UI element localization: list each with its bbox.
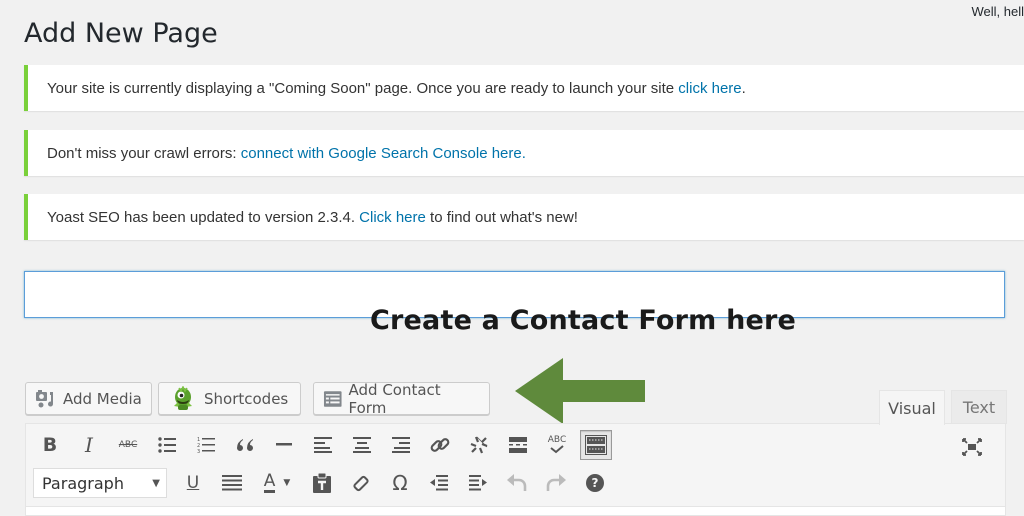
align-right-icon	[392, 437, 410, 453]
notice-text: Your site is currently displaying a "Com…	[47, 80, 746, 97]
keyboard-shortcuts-button[interactable]: ?	[579, 468, 611, 498]
notice-text-before: Your site is currently displaying a "Com…	[47, 79, 679, 97]
italic-icon: I	[85, 433, 93, 457]
justify-button[interactable]	[216, 468, 248, 498]
fullscreen-icon	[962, 438, 982, 456]
clear-formatting-button[interactable]	[345, 468, 377, 498]
bold-icon: B	[42, 434, 58, 456]
read-more-button[interactable]	[502, 430, 534, 460]
shortcodes-monster-icon	[174, 385, 192, 410]
remove-link-button[interactable]	[463, 430, 495, 460]
help-icon: ?	[586, 474, 604, 492]
whats-new-link[interactable]: Click here	[359, 209, 426, 226]
toolbar-row-1: B I ABC 1 2 3 ABC	[34, 430, 619, 460]
editor-toolbar: B I ABC 1 2 3 ABC Paragraph ▼ U A ▼ Ω ?	[25, 423, 1006, 512]
undo-icon	[507, 474, 527, 491]
svg-text:3: 3	[197, 449, 200, 454]
align-right-button[interactable]	[385, 430, 417, 460]
bulleted-list-icon	[158, 437, 176, 453]
horizontal-line-icon	[276, 443, 292, 446]
outdent-icon	[430, 475, 448, 491]
text-color-caret-icon: ▼	[283, 478, 291, 488]
text-color-icon: A	[263, 471, 276, 493]
tab-text[interactable]: Text	[951, 390, 1007, 424]
eraser-icon	[353, 475, 369, 492]
add-media-label: Add Media	[63, 389, 142, 408]
kitchen-sink-icon	[585, 435, 607, 455]
admin-bar-greeting[interactable]: Well, hell	[971, 4, 1024, 19]
insert-link-button[interactable]	[424, 430, 456, 460]
blockquote-button[interactable]	[229, 430, 261, 460]
page-title: Add New Page	[24, 18, 218, 49]
chevron-down-icon: ▼	[152, 477, 160, 489]
outdent-button[interactable]	[423, 468, 455, 498]
yoast-update-notice: Yoast SEO has been updated to version 2.…	[24, 194, 1024, 240]
add-contact-form-button[interactable]: Add Contact Form	[313, 380, 490, 417]
horizontal-line-button[interactable]	[268, 430, 300, 460]
bulleted-list-button[interactable]	[151, 430, 183, 460]
notice-text: Yoast SEO has been updated to version 2.…	[47, 209, 578, 226]
undo-button[interactable]	[501, 468, 533, 498]
italic-button[interactable]: I	[73, 430, 105, 460]
underline-button[interactable]: U	[177, 468, 209, 498]
paste-as-text-button[interactable]	[306, 468, 338, 498]
align-left-icon	[314, 437, 332, 453]
notice-text-after: .	[741, 79, 746, 97]
numbered-list-button[interactable]: 1 2 3	[190, 430, 222, 460]
format-select[interactable]: Paragraph ▼	[33, 468, 167, 498]
toolbar-row-2: Paragraph ▼ U A ▼ Ω ?	[33, 468, 618, 498]
search-console-link[interactable]: connect with Google Search Console here.	[241, 145, 526, 162]
text-color-button[interactable]: A ▼	[255, 468, 299, 498]
annotation-arrow-shape	[515, 358, 645, 424]
launch-site-link[interactable]: click here	[678, 80, 741, 97]
notice-text: Don't miss your crawl errors: connect wi…	[47, 145, 526, 162]
annotation-callout: Create a Contact Form here	[370, 305, 797, 336]
redo-button[interactable]	[540, 468, 572, 498]
notice-text-before: Don't miss your crawl errors:	[47, 144, 241, 162]
spellcheck-button[interactable]: ABC	[541, 430, 573, 460]
special-character-button[interactable]: Ω	[384, 468, 416, 498]
notice-text-before: Yoast SEO has been updated to version 2.…	[47, 208, 360, 226]
add-contact-form-label: Add Contact Form	[348, 380, 441, 417]
numbered-list-icon: 1 2 3	[197, 437, 215, 454]
media-icon	[36, 389, 54, 407]
link-icon	[430, 438, 450, 452]
strikethrough-button[interactable]: ABC	[112, 430, 144, 460]
notice-text-after: to find out what's new!	[425, 208, 578, 226]
blockquote-icon	[237, 439, 253, 451]
toolbar-toggle-button[interactable]	[580, 430, 612, 460]
crawl-errors-notice: Don't miss your crawl errors: connect wi…	[24, 130, 1024, 176]
annotation-arrow-icon	[515, 358, 645, 424]
align-center-button[interactable]	[346, 430, 378, 460]
paste-text-icon	[313, 473, 331, 493]
redo-icon	[546, 474, 566, 491]
align-center-icon	[353, 437, 371, 453]
align-left-button[interactable]	[307, 430, 339, 460]
spellcheck-check-icon	[550, 445, 564, 454]
shortcodes-button[interactable]: Shortcodes	[158, 382, 301, 415]
contact-form-icon	[323, 390, 342, 407]
indent-button[interactable]	[462, 468, 494, 498]
unlink-icon	[470, 436, 488, 454]
read-more-icon	[509, 437, 527, 453]
spellcheck-label: ABC	[547, 435, 567, 445]
indent-icon	[469, 475, 487, 491]
tab-visual[interactable]: Visual	[879, 390, 945, 425]
fullscreen-button[interactable]	[956, 432, 988, 462]
format-select-value: Paragraph	[42, 473, 124, 493]
add-media-button[interactable]: Add Media	[25, 382, 152, 415]
shortcodes-label: Shortcodes	[204, 389, 289, 408]
strikethrough-icon: ABC	[118, 440, 138, 450]
coming-soon-notice: Your site is currently displaying a "Com…	[24, 65, 1024, 111]
bold-button[interactable]: B	[34, 430, 66, 460]
omega-icon: Ω	[392, 471, 408, 495]
underline-icon: U	[186, 473, 200, 493]
justify-icon	[222, 475, 242, 491]
editor-content-area[interactable]	[25, 506, 1006, 516]
